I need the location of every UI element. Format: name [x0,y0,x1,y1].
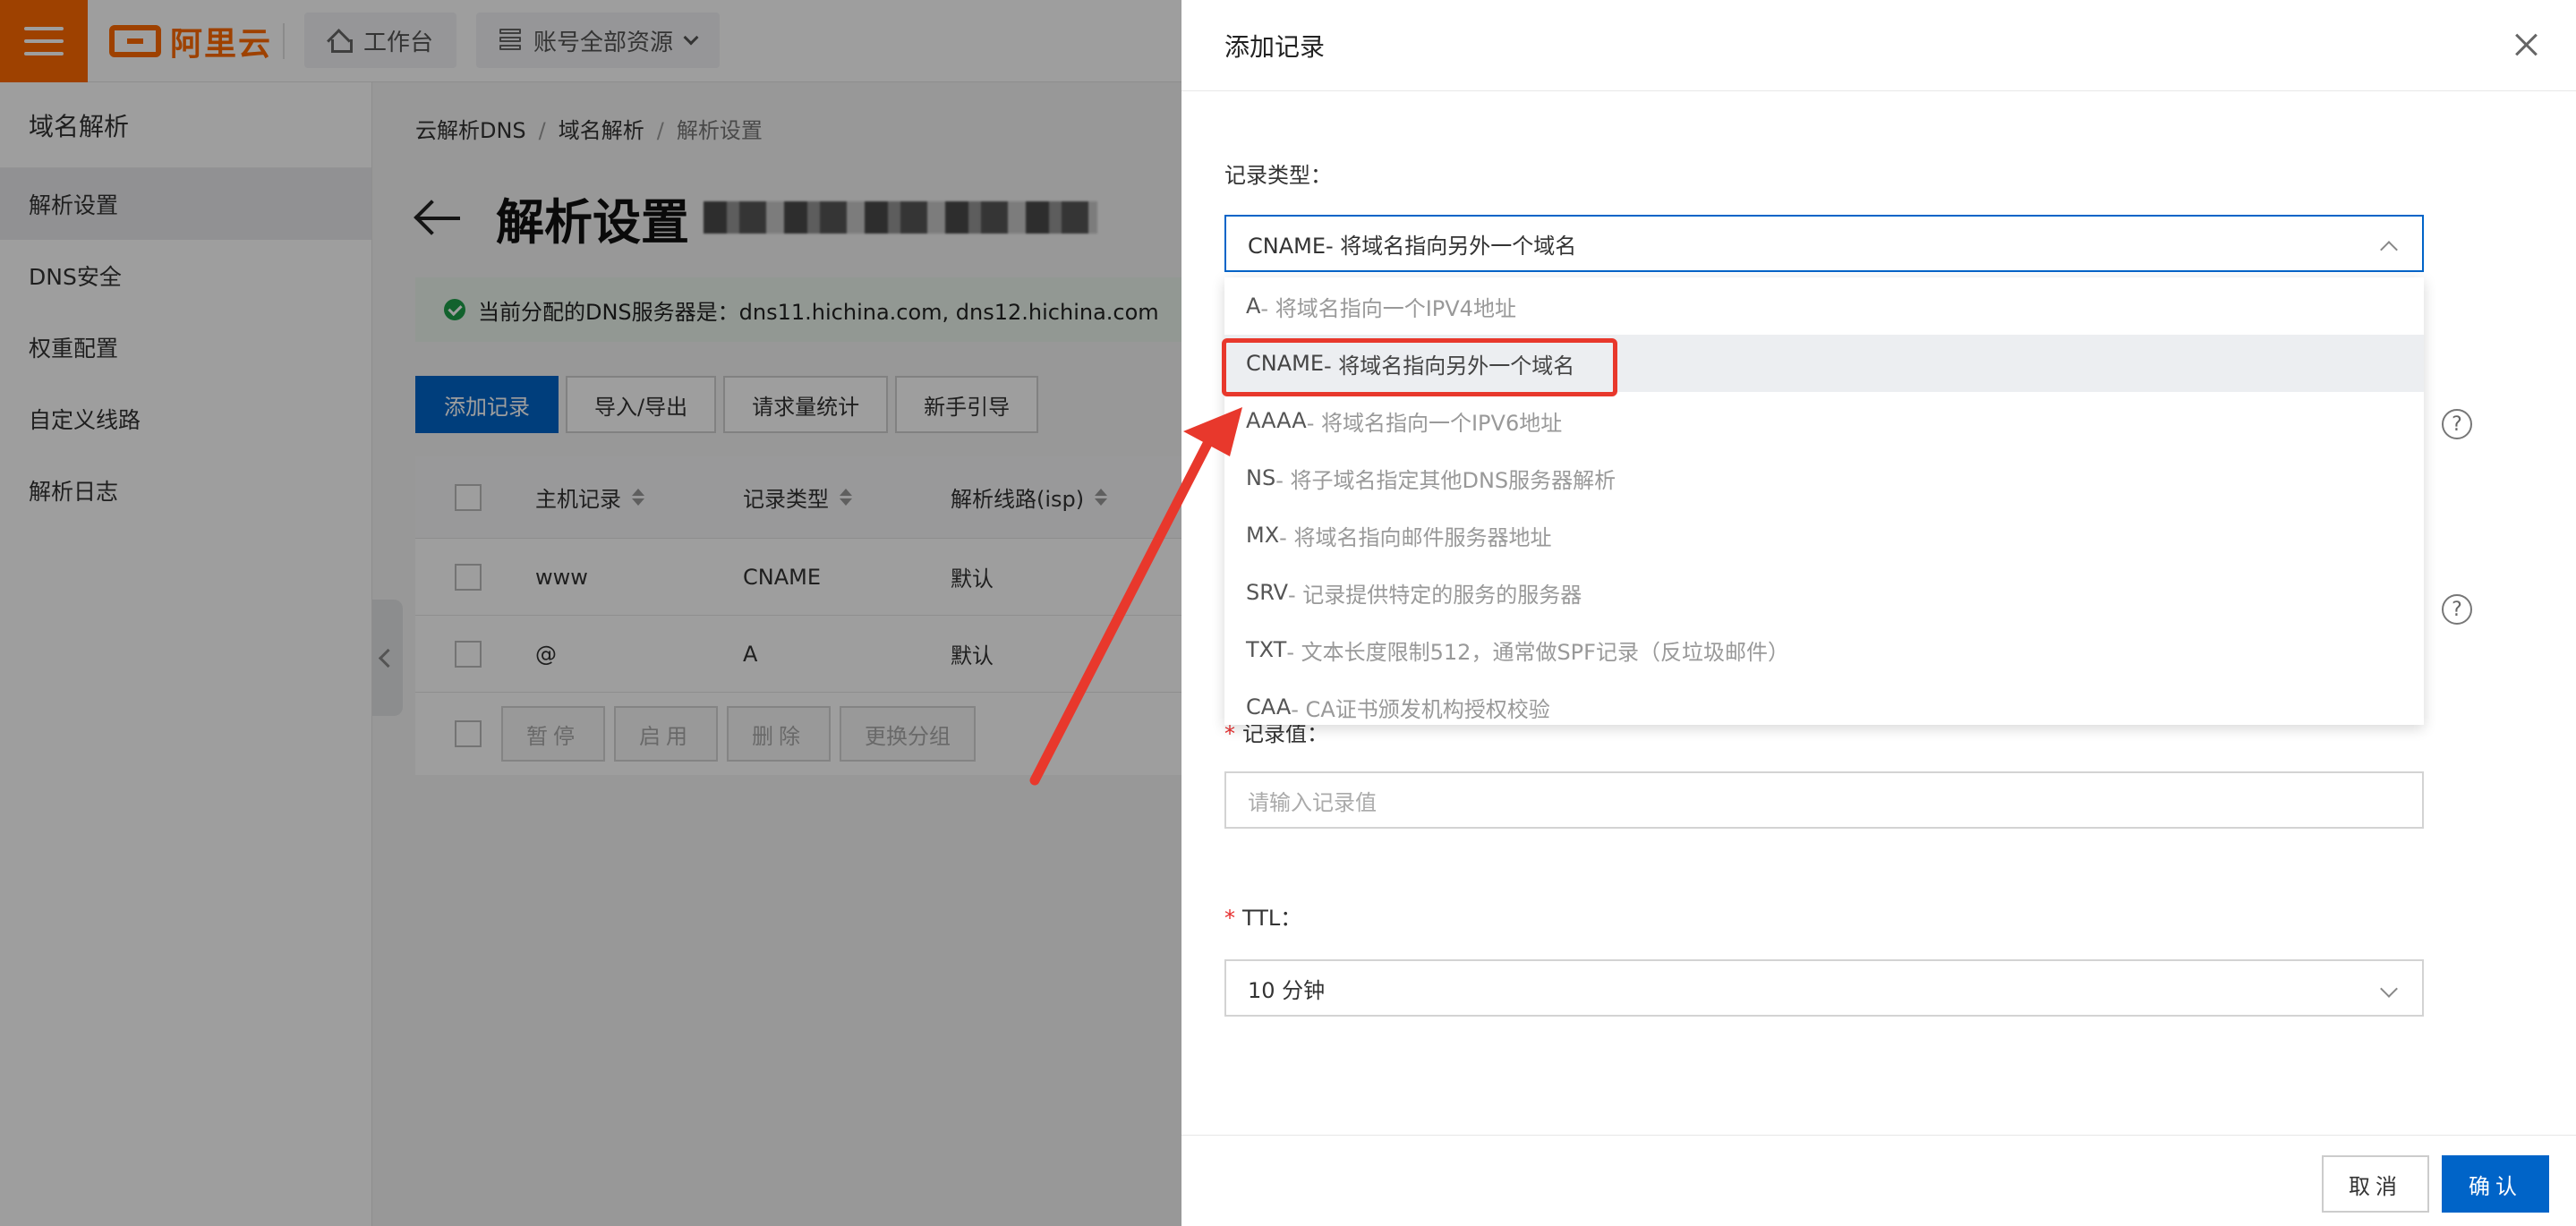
modal-overlay[interactable] [0,0,1181,1226]
option-aaaa[interactable]: AAAA - 将域名指向一个IPV6地址 [1224,392,2424,449]
cancel-button[interactable]: 取消 [2322,1155,2429,1213]
record-type-select[interactable]: CNAME- 将域名指向另外一个域名 [1224,215,2424,272]
record-type-label: 记录类型： [1224,163,1332,188]
record-value-input[interactable]: 请输入记录值 [1224,771,2424,829]
option-caa[interactable]: CAA - CA证书颁发机构授权校验 [1224,678,2424,725]
option-txt[interactable]: TXT - 文本长度限制512，通常做SPF记录（反垃圾邮件） [1224,621,2424,678]
chevron-up-icon [2380,241,2398,259]
help-icon[interactable]: ? [2442,594,2472,625]
drawer-footer: 取消 确认 [1181,1135,2576,1226]
ttl-select[interactable]: 10 分钟 [1224,959,2424,1017]
add-record-drawer: 添加记录 记录类型： CNAME- 将域名指向另外一个域名 ? ? * 记录值： … [1181,0,2576,1226]
option-srv[interactable]: SRV - 记录提供特定的服务的服务器 [1224,564,2424,621]
annotation-highlight-box [1222,338,1617,396]
confirm-button[interactable]: 确认 [2442,1155,2549,1213]
ttl-label: * TTL： [1224,906,1302,931]
record-type-value: CNAME- 将域名指向另外一个域名 [1248,233,1577,259]
drawer-title: 添加记录 [1181,0,2576,91]
option-ns[interactable]: NS - 将子域名指定其他DNS服务器解析 [1224,449,2424,507]
record-value-placeholder: 请输入记录值 [1248,789,1377,815]
option-mx[interactable]: MX - 将域名指向邮件服务器地址 [1224,507,2424,564]
option-a[interactable]: A- 将域名指向一个IPV4地址 [1224,277,2424,335]
help-icon[interactable]: ? [2442,409,2472,439]
close-icon[interactable] [2512,30,2540,59]
chevron-down-icon [2380,980,2398,998]
ttl-value: 10 分钟 [1248,977,1326,1003]
